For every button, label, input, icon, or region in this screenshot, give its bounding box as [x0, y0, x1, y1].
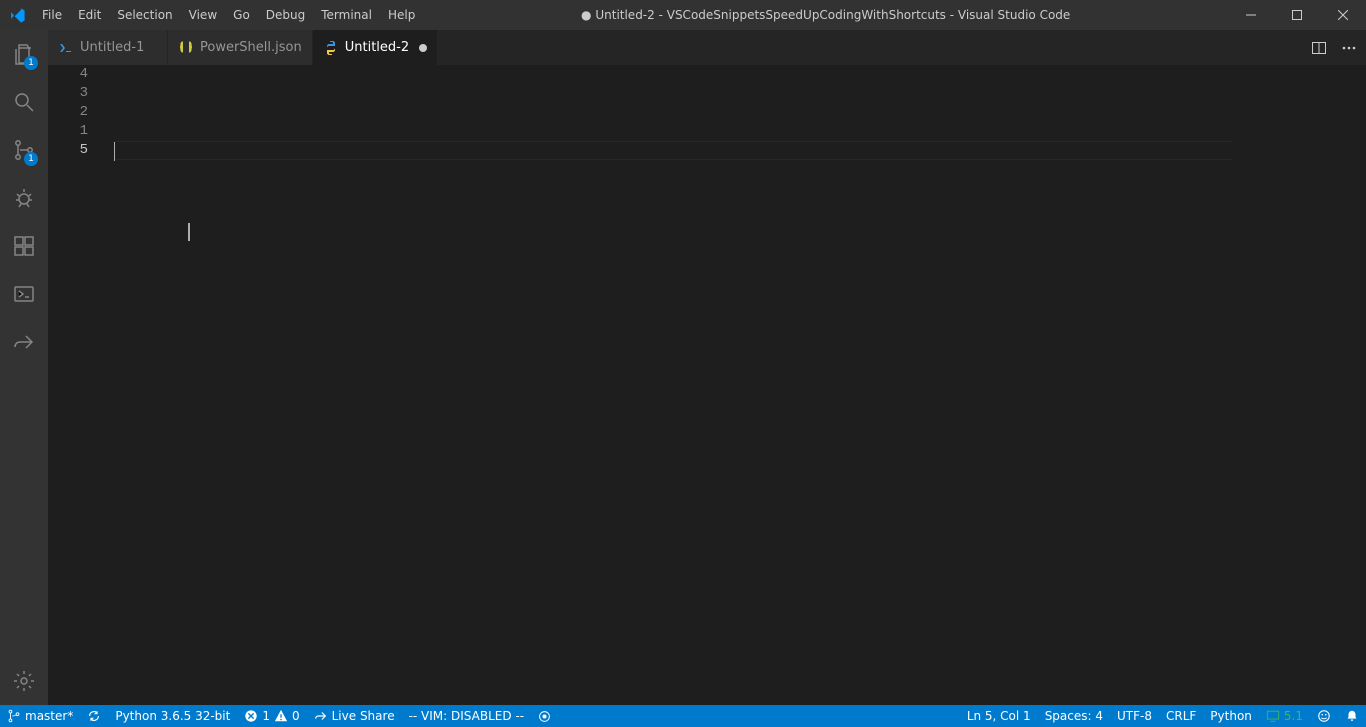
status-cursor[interactable]: Ln 5, Col 1: [960, 705, 1038, 727]
line-number-current: 5: [48, 141, 88, 160]
tab-untitled-1[interactable]: Untitled-1: [48, 30, 168, 65]
line-number: 4: [48, 65, 88, 84]
activity-bar: 1 1: [0, 30, 48, 705]
status-smiley[interactable]: [1310, 705, 1338, 727]
status-language[interactable]: Python: [1203, 705, 1259, 727]
line-number: 1: [48, 122, 88, 141]
menu-view[interactable]: View: [181, 0, 225, 30]
activity-settings[interactable]: [0, 657, 48, 705]
powershell-icon: [58, 40, 74, 56]
app-logo-icon: [0, 7, 34, 24]
status-feedback-version[interactable]: 5.1: [1259, 705, 1310, 727]
tab-untitled-2[interactable]: Untitled-2: [313, 30, 438, 65]
vertical-scrollbar[interactable]: [1352, 65, 1366, 705]
line-gutter: 4 3 2 1 5: [48, 65, 114, 705]
window-title: ● Untitled-2 - VSCodeSnippetsSpeedUpCodi…: [423, 8, 1228, 22]
editor-tabs: Untitled-1 PowerShell.json Untitled-2: [48, 30, 1366, 65]
line-number: 2: [48, 103, 88, 122]
tab-powershell-json[interactable]: PowerShell.json: [168, 30, 313, 65]
tab-label: Untitled-1: [80, 40, 144, 55]
status-warnings: 0: [292, 709, 300, 723]
explorer-badge: 1: [24, 56, 38, 70]
status-feedback-text: 5.1: [1284, 709, 1303, 723]
activity-source-control[interactable]: 1: [0, 126, 48, 174]
maximize-button[interactable]: [1274, 0, 1320, 30]
status-live-share[interactable]: Live Share: [307, 705, 402, 727]
editor-caret: [114, 142, 115, 161]
status-sync[interactable]: [80, 705, 108, 727]
activity-debug[interactable]: [0, 174, 48, 222]
minimize-button[interactable]: [1228, 0, 1274, 30]
activity-extensions[interactable]: [0, 222, 48, 270]
status-live-share-text: Live Share: [332, 709, 395, 723]
title-bar: File Edit Selection View Go Debug Termin…: [0, 0, 1366, 30]
status-errors: 1: [262, 709, 270, 723]
scm-badge: 1: [24, 152, 38, 166]
close-button[interactable]: [1320, 0, 1366, 30]
status-encoding[interactable]: UTF-8: [1110, 705, 1159, 727]
menu-bar: File Edit Selection View Go Debug Termin…: [34, 0, 423, 30]
status-notifications[interactable]: [1338, 705, 1366, 727]
tab-label: Untitled-2: [345, 40, 409, 55]
activity-live-share[interactable]: [0, 318, 48, 366]
status-spaces[interactable]: Spaces: 4: [1038, 705, 1110, 727]
more-actions-button[interactable]: [1338, 37, 1360, 59]
activity-search[interactable]: [0, 78, 48, 126]
menu-edit[interactable]: Edit: [70, 0, 109, 30]
status-problems[interactable]: 1 0: [237, 705, 306, 727]
status-eol[interactable]: CRLF: [1159, 705, 1203, 727]
dirty-indicator-icon: [419, 44, 427, 52]
window-controls: [1228, 0, 1366, 30]
status-bar: master* Python 3.6.5 32-bit 1 0 Live Sha…: [0, 705, 1366, 727]
status-vim[interactable]: -- VIM: DISABLED --: [402, 705, 531, 727]
current-line-highlight: [114, 141, 1232, 160]
status-python-env[interactable]: Python 3.6.5 32-bit: [108, 705, 237, 727]
menu-file[interactable]: File: [34, 0, 70, 30]
menu-go[interactable]: Go: [225, 0, 258, 30]
line-number: 3: [48, 84, 88, 103]
activity-powershell[interactable]: [0, 270, 48, 318]
minimap[interactable]: [1232, 65, 1352, 705]
menu-debug[interactable]: Debug: [258, 0, 313, 30]
tab-label: PowerShell.json: [200, 40, 302, 55]
window-title-text: Untitled-2 - VSCodeSnippetsSpeedUpCoding…: [595, 8, 1070, 22]
activity-explorer[interactable]: 1: [0, 30, 48, 78]
menu-help[interactable]: Help: [380, 0, 423, 30]
split-editor-button[interactable]: [1308, 37, 1330, 59]
editor-area[interactable]: 4 3 2 1 5: [48, 65, 1366, 705]
dirty-dot-icon: ●: [581, 8, 591, 22]
status-branch-text: master*: [25, 709, 73, 723]
menu-terminal[interactable]: Terminal: [313, 0, 380, 30]
status-recording-icon[interactable]: [531, 705, 558, 727]
menu-selection[interactable]: Selection: [109, 0, 180, 30]
json-icon: [178, 40, 194, 56]
text-cursor-icon: [188, 223, 190, 241]
status-branch[interactable]: master*: [0, 705, 80, 727]
python-icon: [323, 40, 339, 56]
